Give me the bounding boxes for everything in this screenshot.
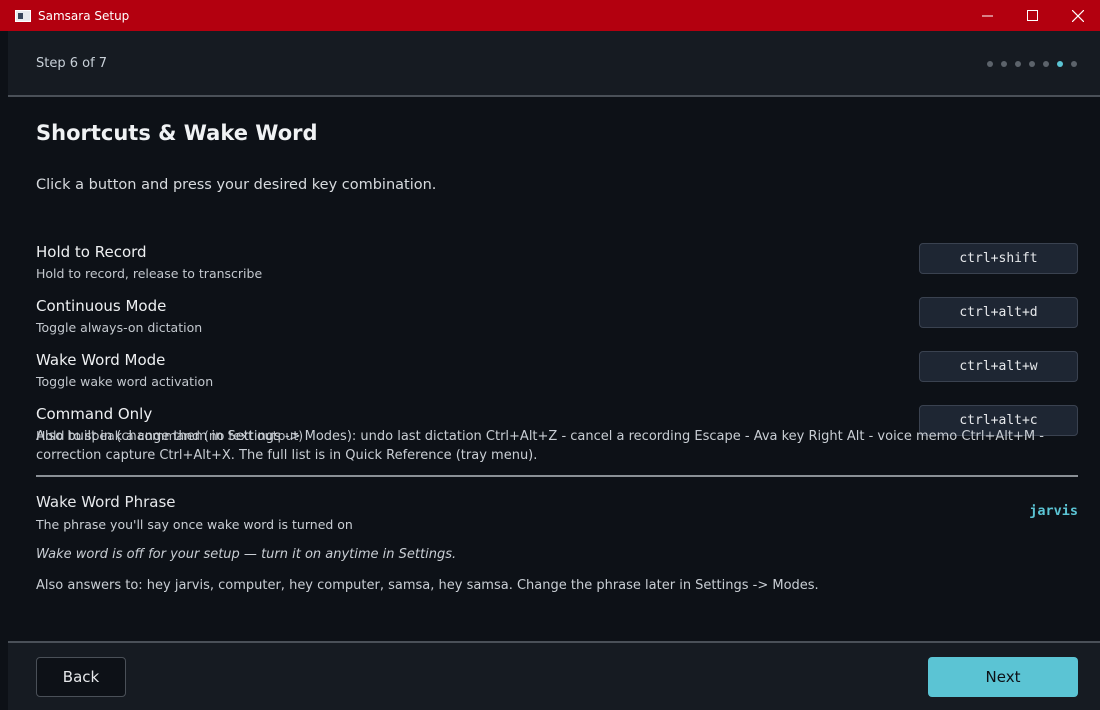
step-dot <box>987 61 993 67</box>
shortcut-row-wake-word-mode: Wake Word Mode Toggle wake word activati… <box>36 351 1078 395</box>
maximize-icon <box>1027 10 1038 21</box>
section-divider <box>36 475 1078 477</box>
wake-word-status: Wake word is off for your setup — turn i… <box>36 547 457 562</box>
builtin-shortcuts-note: Also built in (change them in Settings -… <box>36 429 1044 463</box>
shortcut-name: Hold to Record <box>36 243 147 261</box>
minimize-icon <box>982 15 993 17</box>
step-progress-dots <box>987 61 1077 67</box>
step-dot <box>1071 61 1077 67</box>
shortcut-row-continuous-mode: Continuous Mode Toggle always-on dictati… <box>36 297 1078 341</box>
app-icon <box>15 9 31 22</box>
instructions-text: Click a button and press your desired ke… <box>36 177 437 193</box>
minimize-button[interactable] <box>965 0 1010 31</box>
title-bar: Samsara Setup <box>0 0 1100 31</box>
wake-word-aliases: Also answers to: hey jarvis, computer, h… <box>36 578 819 593</box>
step-indicator: Step 6 of 7 <box>36 56 108 71</box>
shortcut-description: Hold to record, release to transcribe <box>36 266 263 281</box>
step-dot <box>1001 61 1007 67</box>
shortcut-description: Toggle always-on dictation <box>36 320 203 335</box>
close-button[interactable] <box>1055 0 1100 31</box>
window-controls <box>965 0 1100 31</box>
shortcut-key-button[interactable]: ctrl+alt+w <box>919 351 1078 382</box>
step-dot-active <box>1057 61 1063 67</box>
wake-word-description: The phrase you'll say once wake word is … <box>36 517 353 532</box>
wake-word-value: jarvis <box>1029 503 1078 519</box>
shortcut-name: Wake Word Mode <box>36 351 166 369</box>
shortcut-row-hold-to-record: Hold to Record Hold to record, release t… <box>36 243 1078 287</box>
step-header: Step 6 of 7 <box>8 31 1100 95</box>
shortcut-key-button[interactable]: ctrl+alt+d <box>919 297 1078 328</box>
shortcut-description: Toggle wake word activation <box>36 374 214 389</box>
header-divider <box>8 95 1100 97</box>
window-title: Samsara Setup <box>38 8 130 23</box>
wake-word-label: Wake Word Phrase <box>36 493 176 511</box>
step-dot <box>1043 61 1049 67</box>
step-dot <box>1015 61 1021 67</box>
shortcut-key-button[interactable]: ctrl+shift <box>919 243 1078 274</box>
close-icon <box>1071 9 1084 22</box>
page-title: Shortcuts & Wake Word <box>36 121 318 145</box>
setup-window: Step 6 of 7 Shortcuts & Wake Word Click … <box>8 31 1100 710</box>
shortcut-name: Command Only <box>36 405 153 423</box>
shortcut-name: Continuous Mode <box>36 297 167 315</box>
footer-bar: Back Next <box>8 643 1100 710</box>
back-button[interactable]: Back <box>36 657 126 697</box>
step-dot <box>1029 61 1035 67</box>
maximize-button[interactable] <box>1010 0 1055 31</box>
next-button[interactable]: Next <box>928 657 1078 697</box>
